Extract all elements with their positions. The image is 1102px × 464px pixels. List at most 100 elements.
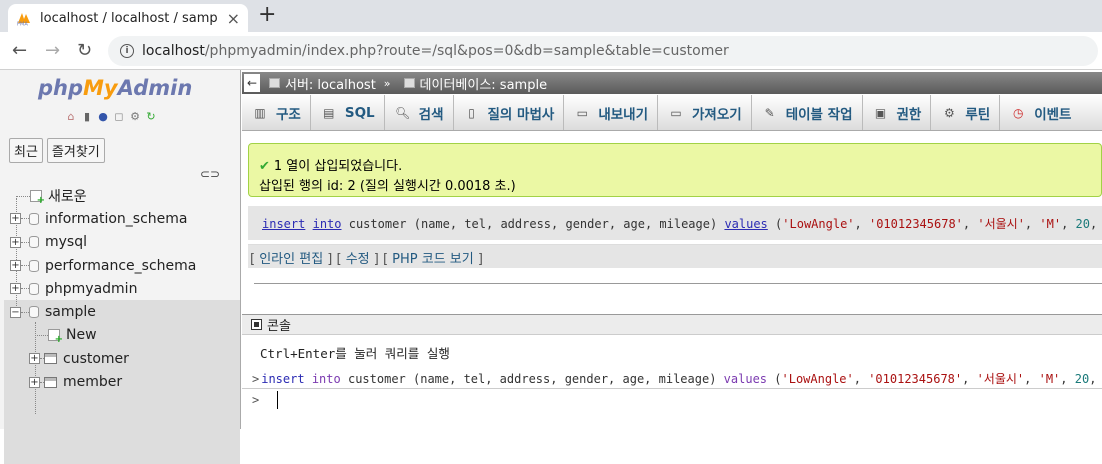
forward-arrow-icon[interactable]: → — [45, 39, 60, 63]
docs-icon[interactable]: ● — [96, 110, 110, 124]
database-icon — [29, 282, 39, 295]
tree-item-new[interactable]: 새로운 — [0, 184, 240, 207]
tree-item-label: 새로운 — [48, 188, 87, 205]
top-menu-tabs: ▥ 구조 ▤ SQL 🔍︎ 검색 ▯ 질의 마법사 ▭ 내보내기 ▭ 가져오기 ✎ 테이블 작… — [242, 95, 1102, 131]
recent-button[interactable]: 최근 — [9, 138, 43, 163]
tree-item-new-table[interactable]: New — [0, 324, 240, 347]
expand-icon[interactable]: + — [10, 213, 21, 225]
tree-item-label: phpmyadmin — [45, 280, 138, 297]
url-input[interactable]: i localhost/phpmyadmin/index.php?route=/… — [108, 36, 1098, 66]
database-icon — [29, 236, 39, 249]
tab-close-icon[interactable]: × — [227, 9, 240, 28]
phpmyadmin-favicon-icon: PMA — [16, 10, 32, 28]
tree-item-label: information_schema — [45, 210, 188, 227]
tab-privileges[interactable]: ▣ 권한 — [863, 95, 932, 130]
collapse-icon[interactable]: − — [10, 306, 21, 318]
events-icon: ◷ — [1012, 105, 1024, 120]
new-tab-icon[interactable]: + — [258, 2, 276, 28]
main-panel: ← 서버: localhost » 데이터베이스: sample ▥ 구조 ▤ SQ… — [242, 70, 1102, 429]
breadcrumb-database[interactable]: 데이터베이스: sample — [399, 74, 547, 93]
console-history-query[interactable]: > insert into customer (name, tel, addres… — [242, 365, 1102, 389]
tree-item-label: customer — [63, 350, 129, 367]
browser-tab[interactable]: PMA localhost / localhost / sample × — [8, 4, 248, 32]
tree-item-label: performance_schema — [45, 257, 197, 274]
server-icon — [269, 78, 280, 88]
database-icon — [29, 259, 39, 272]
logout-icon[interactable]: ▮ — [80, 110, 94, 124]
back-arrow-icon[interactable]: ← — [12, 39, 27, 63]
link-with-main-panel-icon[interactable]: ⊂⊃ — [200, 167, 220, 181]
new-database-icon — [30, 189, 45, 206]
console-hint: Ctrl+Enter를 눌러 쿼리를 실행 — [260, 346, 450, 361]
breadcrumb-separator: » — [383, 76, 391, 90]
structure-icon: ▥ — [254, 105, 266, 120]
reload-icon[interactable]: ↻ — [77, 39, 92, 63]
database-icon — [403, 78, 415, 88]
home-icon[interactable]: ⌂ — [64, 110, 78, 124]
php-code-link[interactable]: PHP 코드 보기 — [392, 252, 474, 267]
database-icon — [29, 212, 39, 225]
site-info-icon[interactable]: i — [120, 44, 134, 58]
tree-item-mysql[interactable]: + mysql — [0, 231, 240, 254]
database-icon — [29, 306, 39, 319]
browser-tab-title: localhost / localhost / sample — [40, 10, 218, 26]
edit-link[interactable]: 수정 — [346, 252, 370, 267]
export-icon: ▭ — [576, 105, 588, 120]
url-path: /phpmyadmin/index.php?route=/sql&pos=0&d… — [204, 43, 729, 59]
tree-item-phpmyadmin[interactable]: + phpmyadmin — [0, 277, 240, 300]
inline-edit-link[interactable]: 인라인 편집 — [259, 252, 323, 267]
tree-item-member[interactable]: + member — [0, 370, 240, 393]
table-icon — [44, 376, 57, 388]
tree-item-performance-schema[interactable]: + performance_schema — [0, 254, 240, 277]
documentation-icon[interactable]: ◻ — [112, 110, 126, 124]
browser-tab-bar: PMA localhost / localhost / sample × + — [0, 0, 1102, 32]
import-icon: ▭ — [670, 105, 682, 120]
tree-item-label: mysql — [45, 234, 87, 251]
tree-item-customer[interactable]: + customer — [0, 347, 240, 370]
address-bar: ← → ↻ i localhost/phpmyadmin/index.php?r… — [0, 32, 1102, 70]
tab-routines[interactable]: ⚙ 루틴 — [931, 95, 1001, 130]
refresh-icon[interactable]: ↻ — [144, 110, 158, 124]
back-arrow-icon[interactable]: ← — [244, 74, 260, 92]
tab-query[interactable]: ▯ 질의 마법사 — [454, 95, 565, 130]
svg-text:PMA: PMA — [17, 22, 28, 27]
console-input-prompt: > — [252, 393, 260, 407]
tab-export[interactable]: ▭ 내보내기 — [564, 95, 658, 130]
settings-gear-icon[interactable]: ⚙ — [128, 110, 142, 124]
database-tree: 새로운 + information_schema + mysql + perfo… — [0, 184, 240, 394]
routines-icon: ⚙ — [943, 105, 955, 120]
expand-icon[interactable]: + — [10, 236, 21, 248]
new-table-icon — [48, 329, 63, 345]
breadcrumb: ← 서버: localhost » 데이터베이스: sample — [242, 72, 1102, 94]
wrench-icon: ✎ — [764, 105, 775, 120]
expand-icon[interactable]: + — [10, 260, 21, 272]
table-icon — [44, 353, 57, 365]
favorites-button[interactable]: 즐겨찾기 — [46, 138, 105, 163]
phpmyadmin-logo[interactable]: phpMyAdmin — [38, 76, 192, 100]
divider — [254, 283, 1102, 284]
expand-icon[interactable]: + — [29, 376, 40, 388]
sql-action-links: [ 인라인 편집 ] [ 수정 ] [ PHP 코드 보기 ] — [248, 244, 1102, 268]
tab-search[interactable]: 🔍︎ 검색 — [385, 95, 454, 130]
navigation-panel: phpMyAdmin ⌂ ▮ ● ◻ ⚙ ↻ 최근 즐겨찾기 ⊂⊃ 새로운 + … — [0, 70, 241, 464]
expand-icon[interactable]: + — [10, 283, 21, 295]
success-check-icon: ✔ — [259, 159, 270, 174]
expand-icon[interactable]: + — [29, 353, 40, 365]
tab-structure[interactable]: ▥ 구조 — [242, 95, 311, 130]
executed-sql-query: insert into customer (name, tel, address… — [248, 206, 1102, 240]
tree-item-sample[interactable]: − sample — [0, 300, 240, 323]
tab-operations[interactable]: ✎ 테이블 작업 — [752, 95, 863, 130]
tree-item-label: member — [63, 374, 123, 391]
tree-item-information-schema[interactable]: + information_schema — [0, 207, 240, 230]
search-icon: 🔍︎ — [395, 105, 411, 120]
tree-item-label: sample — [45, 304, 96, 321]
url-host: localhost — [142, 43, 205, 59]
console-input[interactable] — [277, 391, 278, 409]
success-message: ✔ 1 열이 삽입되었습니다. 삽입된 행의 id: 2 (질의 실행시간 0.0… — [248, 143, 1102, 197]
tab-sql[interactable]: ▤ SQL — [311, 95, 385, 130]
tab-events[interactable]: ◷ 이벤트 — [1000, 95, 1080, 130]
console-panel: 콘솔 Ctrl+Enter를 눌러 쿼리를 실행 > insert into cu… — [242, 314, 1102, 429]
tab-import[interactable]: ▭ 가져오기 — [658, 95, 752, 130]
console-header[interactable]: 콘솔 — [242, 315, 1102, 335]
breadcrumb-server[interactable]: 서버: localhost — [264, 74, 376, 93]
